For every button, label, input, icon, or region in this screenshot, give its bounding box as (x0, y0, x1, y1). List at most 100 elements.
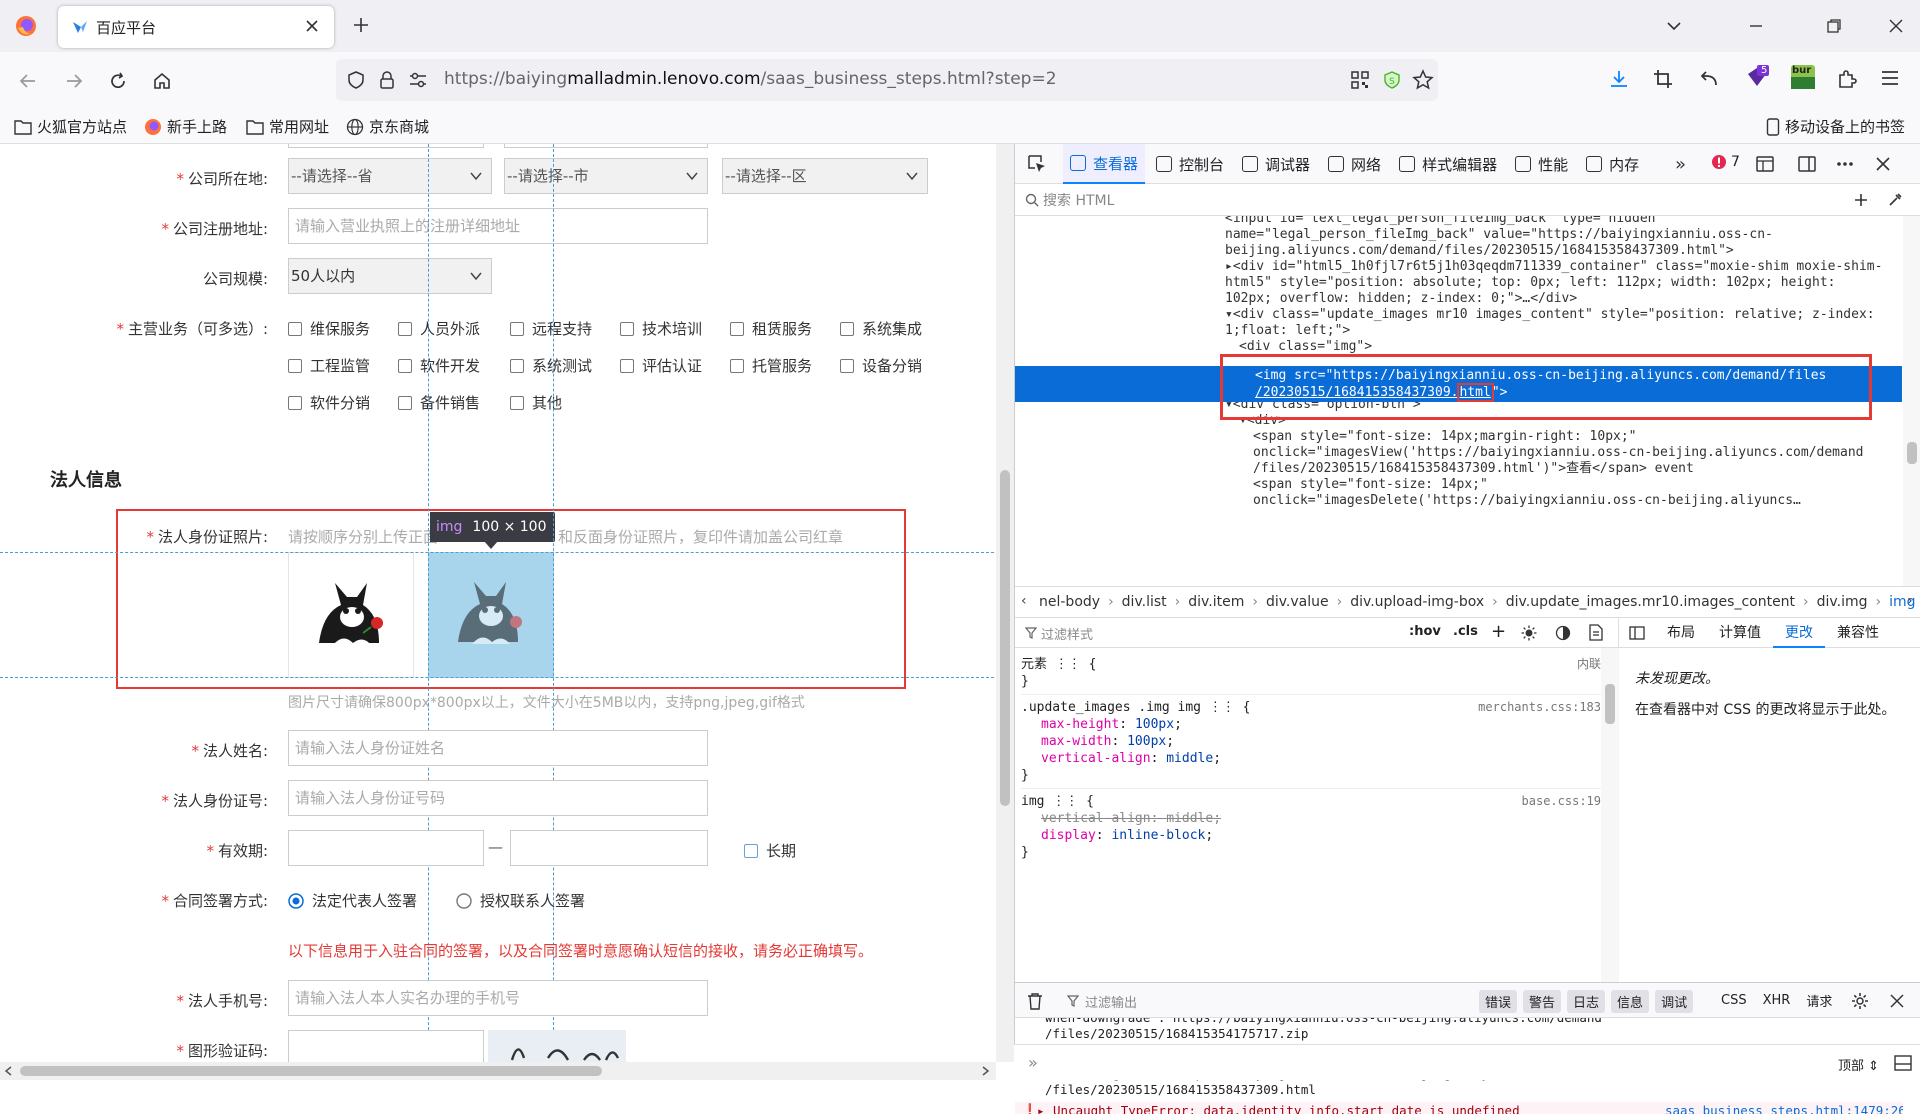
console-level-toggle[interactable]: 信息 (1611, 990, 1650, 1013)
console-level-toggle[interactable]: 日志 (1567, 990, 1606, 1013)
bookmark-star-icon[interactable] (1412, 69, 1434, 91)
bookmark-item[interactable]: 京东商城 (346, 116, 429, 137)
scrollbar-thumb[interactable] (1907, 442, 1917, 464)
rule2-source[interactable]: base.css:19 (1522, 793, 1601, 810)
firefox-icon[interactable] (14, 14, 38, 38)
breadcrumb-item[interactable]: div.list (1122, 594, 1167, 610)
console-settings-gear-icon[interactable] (1851, 992, 1869, 1010)
business-option-checkbox[interactable]: 设备分销 (840, 355, 922, 376)
breadcrumb-item[interactable]: div.upload-img-box (1350, 594, 1484, 610)
scrollbar-thumb[interactable] (1605, 684, 1615, 724)
html-line[interactable]: onclick="imagesView('https://baiyingxian… (1253, 444, 1863, 461)
html-line[interactable]: beijing.aliyuncs.com/demand/files/202305… (1225, 242, 1734, 259)
split-console-icon[interactable] (1894, 1054, 1912, 1072)
scroll-right-icon[interactable] (980, 1066, 990, 1076)
breadcrumb-item[interactable]: div.item (1188, 594, 1244, 610)
clear-console-trash-icon[interactable] (1027, 993, 1043, 1010)
bookmark-item[interactable]: 常用网址 (246, 116, 329, 137)
css-declaration[interactable]: max-height: 100px; (1021, 716, 1601, 733)
html-line[interactable]: name="legal_person_fileImg_back" value="… (1225, 226, 1773, 243)
phone-input[interactable]: 请输入法人本人实名办理的手机号 (288, 980, 708, 1016)
toggle-sidebar-icon[interactable] (1629, 625, 1645, 641)
html-line[interactable]: 1;float: left;"> (1225, 322, 1350, 339)
css-declaration[interactable]: display: inline-block; (1021, 827, 1601, 844)
contract-opt-auth-radio[interactable]: 授权联系人签署 (456, 890, 585, 911)
extension-shield-icon[interactable]: S (1382, 70, 1402, 90)
console-level-toggle[interactable]: 调试 (1655, 990, 1694, 1013)
business-option-checkbox[interactable]: 备件销售 (398, 392, 480, 413)
business-option-checkbox[interactable]: 评估认证 (620, 355, 702, 376)
hov-toggle[interactable]: :hov (1409, 624, 1441, 639)
close-window-icon[interactable] (1888, 18, 1904, 34)
more-tabs-icon[interactable]: » (1675, 154, 1686, 175)
context-selector[interactable]: 顶部 ⇕ (1838, 1055, 1879, 1074)
console-level-toggle[interactable]: 错误 (1479, 990, 1518, 1013)
business-option-checkbox[interactable]: 软件开发 (398, 355, 480, 376)
element-picker-icon[interactable] (1027, 154, 1047, 174)
devtools-tab-inspector[interactable]: 查看器 (1063, 144, 1146, 184)
city-select[interactable]: --请选择--市 (504, 158, 708, 194)
minimize-icon[interactable] (1748, 18, 1764, 34)
long-term-checkbox[interactable]: 长期 (744, 840, 796, 861)
reg-address-input[interactable]: 请输入营业执照上的注册详细地址 (288, 208, 708, 244)
contract-opt-legal-radio[interactable]: 法定代表人签署 (288, 890, 417, 911)
list-all-tabs-icon[interactable] (1666, 18, 1682, 34)
bookmark-item[interactable]: 火狐官方站点 (14, 116, 127, 137)
side-tab[interactable]: 兼容性 (1825, 618, 1891, 648)
html-line[interactable]: <span style="font-size: 14px;" (1253, 476, 1488, 493)
side-tab[interactable]: 计算值 (1707, 618, 1773, 648)
breadcrumb-scroll-left-icon[interactable]: ‹ (1021, 593, 1027, 609)
url-bar[interactable]: https://baiyingmalladmin.lenovo.com/saas… (336, 59, 1438, 101)
undo-arrow-icon[interactable] (1698, 68, 1720, 90)
qr-code-icon[interactable] (1350, 70, 1370, 90)
new-tab-icon[interactable] (352, 16, 370, 34)
cls-toggle[interactable]: .cls (1453, 624, 1478, 639)
console-prompt-icon[interactable]: » (1028, 1053, 1038, 1072)
add-rule-icon[interactable]: + (1491, 621, 1506, 642)
scrollbar-thumb[interactable] (1000, 470, 1010, 806)
business-option-checkbox[interactable]: 系统集成 (840, 318, 922, 339)
id-number-input[interactable]: 请输入法人身份证号码 (288, 780, 708, 816)
devtools-tab-performance[interactable]: 性能 (1508, 144, 1575, 184)
close-console-icon[interactable] (1889, 993, 1905, 1009)
search-html-input[interactable]: 搜索 HTML (1043, 190, 1114, 210)
mobile-bookmarks[interactable]: 移动设备上的书签 (1766, 116, 1905, 137)
dark-scheme-icon[interactable] (1555, 625, 1571, 641)
html-line[interactable]: /files/20230515/168415358437309.html')">… (1253, 460, 1694, 477)
html-tree-scrollbar[interactable] (1903, 216, 1920, 586)
downloads-icon[interactable] (1608, 68, 1630, 90)
console-filter-input[interactable]: 过滤输出 (1085, 992, 1137, 1011)
html-line[interactable]: ▸<div id="html5_1h0fjl7r6t5j1h03qeqdm711… (1225, 258, 1882, 275)
active-tab[interactable]: 百应平台 (58, 6, 334, 48)
screenshot-crop-icon[interactable] (1652, 68, 1674, 90)
bookmark-item[interactable]: 新手上路 (144, 116, 227, 137)
expand-error-icon[interactable]: ▸ (1037, 1103, 1045, 1114)
console-message[interactable]: /files/20230515/168415354175717.zip (1015, 1026, 1903, 1042)
business-option-checkbox[interactable]: 系统测试 (510, 355, 592, 376)
province-select[interactable]: --请选择--省 (288, 158, 492, 194)
business-option-checkbox[interactable]: 维保服务 (288, 318, 370, 339)
close-devtools-icon[interactable] (1873, 154, 1893, 174)
console-error-message[interactable]: ❗ ▸ Uncaught TypeError: data.identity_info… (1015, 1102, 1903, 1114)
breadcrumb-scroll-right-icon[interactable]: › (1907, 593, 1913, 609)
css-declaration[interactable]: vertical-align: middle; (1021, 750, 1601, 767)
business-option-checkbox[interactable]: 租赁服务 (730, 318, 812, 339)
console-type-toggle[interactable]: XHR (1763, 993, 1791, 1008)
breadcrumb-item[interactable]: nel-body (1039, 594, 1100, 610)
html-line[interactable]: <span style="font-size: 14px;margin-righ… (1253, 428, 1637, 445)
home-icon[interactable] (152, 71, 172, 91)
dock-options-icon[interactable] (1797, 154, 1817, 174)
lock-icon[interactable] (378, 70, 396, 90)
css-declaration[interactable]: vertical-align: middle; (1021, 810, 1601, 827)
extension-badge-icon[interactable]: 5 (1744, 64, 1770, 90)
add-node-icon[interactable] (1853, 192, 1869, 208)
page-vertical-scrollbar[interactable] (996, 144, 1014, 1062)
html-line[interactable]: <div class="img"> (1239, 338, 1372, 355)
district-select[interactable]: --请选择--区 (722, 158, 928, 194)
html-line[interactable]: 102px; overflow: hidden; z-index: 0;">…<… (1225, 290, 1577, 307)
menu-hamburger-icon[interactable] (1880, 68, 1900, 88)
page-horizontal-scrollbar[interactable] (0, 1062, 996, 1080)
back-icon[interactable] (18, 71, 38, 91)
permissions-icon[interactable] (408, 71, 428, 89)
console-message[interactable]: when-downgrade": https://baiyingxianniu.… (1015, 1018, 1903, 1026)
